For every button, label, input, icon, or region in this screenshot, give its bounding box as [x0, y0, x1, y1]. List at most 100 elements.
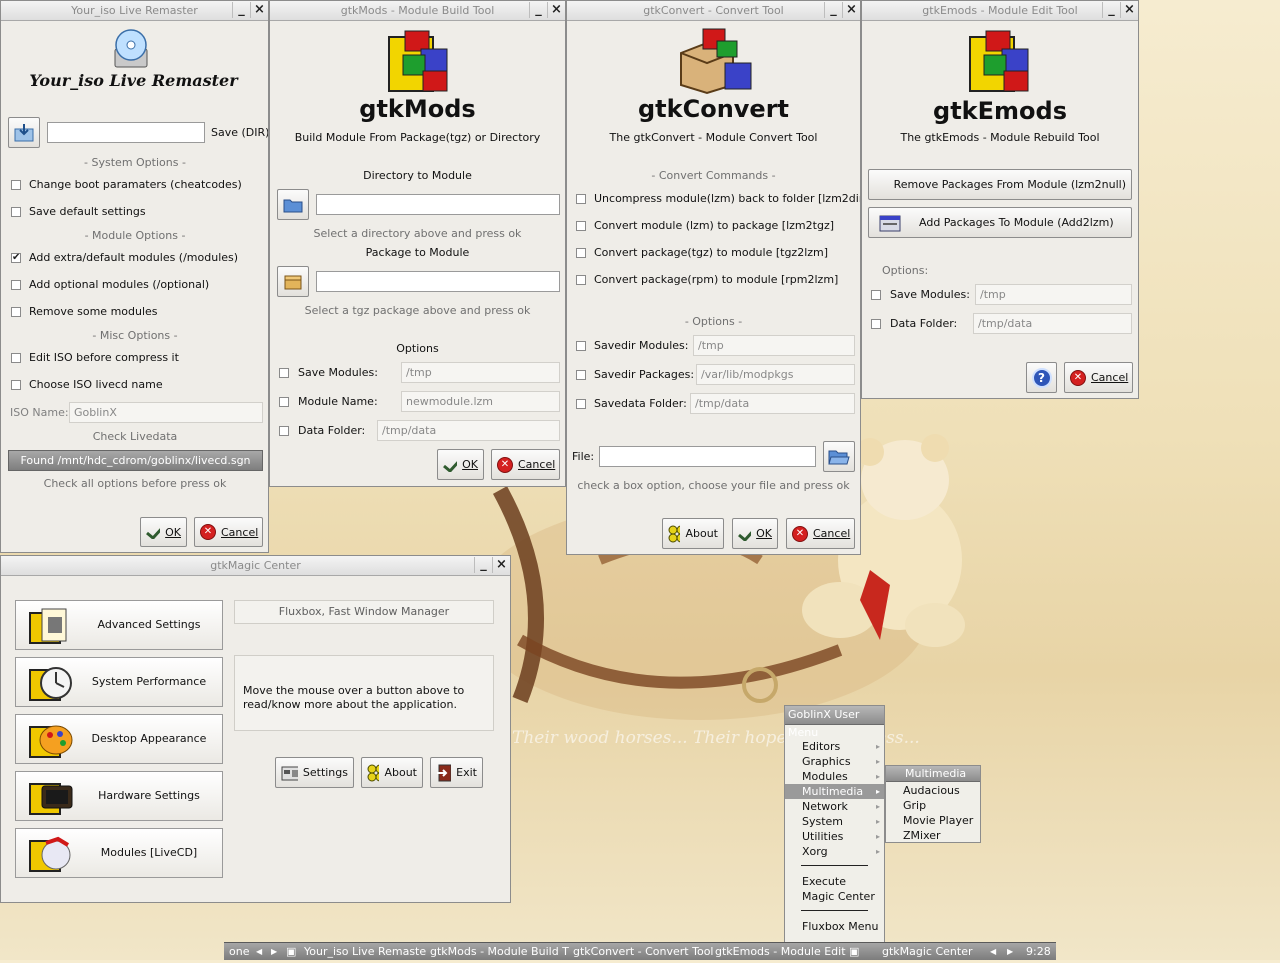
rpm2lzm-label[interactable]: Convert package(rpm) to module [rpm2lzm] [594, 273, 838, 286]
save-dir-input[interactable] [47, 122, 205, 143]
savedata-folder-label[interactable]: Savedata Folder: [594, 397, 687, 410]
tgz2lzm-checkbox[interactable] [576, 248, 586, 258]
gtkconvert-about-button[interactable]: About [662, 518, 724, 549]
task-next-icon[interactable]: ▶ [1007, 943, 1013, 960]
submenu-item-movie-player[interactable]: Movie Player [886, 813, 980, 828]
gtkmods-titlebar[interactable]: gtkMods - Module Build Tool _ × [270, 1, 565, 21]
data-folder-checkbox[interactable] [279, 426, 289, 436]
lzm2dir-checkbox[interactable] [576, 194, 586, 204]
savedir-packages-label[interactable]: Savedir Packages: [594, 368, 694, 381]
minimize-button[interactable]: _ [824, 2, 842, 18]
submenu-item-audacious[interactable]: Audacious [886, 783, 980, 798]
cheatcodes-checkbox[interactable] [11, 180, 21, 190]
emods-save-modules-input[interactable] [975, 284, 1132, 305]
menu-item-xorg[interactable]: Xorg ▸ [785, 844, 884, 859]
gtkconvert-ok-button[interactable]: OK [732, 518, 778, 549]
remove-modules-checkbox[interactable] [11, 307, 21, 317]
package-browse-button[interactable] [277, 266, 309, 297]
emods-save-modules-label[interactable]: Save Modules: [890, 288, 970, 301]
minimize-button[interactable]: _ [529, 2, 547, 18]
savedir-packages-input[interactable] [696, 364, 855, 385]
menu-item-magic-center[interactable]: Magic Center [785, 889, 884, 904]
workspace-prev-icon[interactable]: ◀ [256, 943, 262, 960]
workspace-name[interactable]: one [229, 943, 249, 960]
advanced-settings-button[interactable]: Advanced Settings [15, 600, 223, 650]
save-modules-label[interactable]: Save Modules: [298, 366, 378, 379]
task-gtkmods[interactable]: gtkMods - Module Build T [430, 943, 569, 960]
close-button[interactable]: × [250, 2, 268, 18]
menu-item-fluxbox-menu[interactable]: Fluxbox Menu [785, 919, 884, 934]
submenu-item-zmixer[interactable]: ZMixer [886, 828, 980, 843]
workspace-next-icon[interactable]: ▶ [271, 943, 277, 960]
task-gtkmagic[interactable]: gtkMagic Center [882, 943, 973, 960]
menu-item-utilities[interactable]: Utilities ▸ [785, 829, 884, 844]
save-modules-input[interactable] [401, 362, 560, 383]
help-button[interactable]: ? [1026, 362, 1057, 393]
file-input[interactable] [599, 446, 816, 467]
remaster-cancel-button[interactable]: ✕ Cancel [194, 517, 263, 547]
gtkemods-cancel-button[interactable]: ✕ Cancel [1064, 362, 1133, 393]
desktop-appearance-button[interactable]: Desktop Appearance [15, 714, 223, 764]
lzm2dir-label[interactable]: Uncompress module(lzm) back to folder [l… [594, 192, 860, 205]
gtkemods-titlebar[interactable]: gtkEmods - Module Edit Tool _ × [862, 1, 1138, 21]
file-browse-button[interactable] [823, 441, 855, 472]
module-name-label[interactable]: Module Name: [298, 395, 378, 408]
emods-save-modules-checkbox[interactable] [871, 290, 881, 300]
package-input[interactable] [316, 271, 560, 292]
menu-item-editors[interactable]: Editors ▸ [785, 739, 884, 754]
extra-modules-label[interactable]: Add extra/default modules (/modules) [29, 251, 238, 264]
minimize-button[interactable]: _ [474, 557, 492, 573]
close-button[interactable]: × [842, 2, 860, 18]
directory-browse-button[interactable] [277, 189, 309, 220]
menu-item-system[interactable]: System ▸ [785, 814, 884, 829]
savedir-modules-checkbox[interactable] [576, 341, 586, 351]
module-name-input[interactable] [401, 391, 560, 412]
edit-iso-checkbox[interactable] [11, 353, 21, 363]
edit-iso-label[interactable]: Edit ISO before compress it [29, 351, 179, 364]
menu-item-multimedia[interactable]: Multimedia ▸ [785, 784, 884, 799]
savedir-modules-label[interactable]: Savedir Modules: [594, 339, 689, 352]
gtkconvert-titlebar[interactable]: gtkConvert - Convert Tool _ × [567, 1, 860, 21]
emods-data-folder-label[interactable]: Data Folder: [890, 317, 957, 330]
optional-modules-checkbox[interactable] [11, 280, 21, 290]
menu-item-modules[interactable]: Modules ▸ [785, 769, 884, 784]
rpm2lzm-checkbox[interactable] [576, 275, 586, 285]
save-dir-browse-button[interactable] [8, 117, 40, 148]
add-packages-button[interactable]: Add Packages To Module (Add2lzm) [868, 207, 1132, 238]
save-default-label[interactable]: Save default settings [29, 205, 146, 218]
lzm2tgz-checkbox[interactable] [576, 221, 586, 231]
gtkmagic-titlebar[interactable]: gtkMagic Center _ × [1, 556, 510, 576]
lzm2tgz-label[interactable]: Convert module (lzm) to package [lzm2tgz… [594, 219, 834, 232]
hardware-settings-button[interactable]: Hardware Settings [15, 771, 223, 821]
choose-name-checkbox[interactable] [11, 380, 21, 390]
task-gtkconvert[interactable]: gtkConvert - Convert Tool [573, 943, 713, 960]
magic-settings-button[interactable]: Settings [275, 757, 354, 788]
menu-item-graphics[interactable]: Graphics ▸ [785, 754, 884, 769]
cheatcodes-label[interactable]: Change boot paramaters (cheatcodes) [29, 178, 242, 191]
close-button[interactable]: × [492, 557, 510, 573]
remaster-titlebar[interactable]: Your_iso Live Remaster _ × [1, 1, 268, 21]
save-modules-checkbox[interactable] [279, 368, 289, 378]
task-gtkemods[interactable]: gtkEmods - Module Edit [715, 943, 846, 960]
submenu-item-grip[interactable]: Grip [886, 798, 980, 813]
menu-item-network[interactable]: Network ▸ [785, 799, 884, 814]
gtkmods-ok-button[interactable]: OK [437, 449, 484, 480]
emods-data-folder-checkbox[interactable] [871, 319, 881, 329]
task-remaster[interactable]: Your_iso Live Remaste [304, 943, 426, 960]
remove-modules-label[interactable]: Remove some modules [29, 305, 158, 318]
close-button[interactable]: × [547, 2, 565, 18]
modules-livecd-button[interactable]: Modules [LiveCD] [15, 828, 223, 878]
emods-data-folder-input[interactable] [973, 313, 1132, 334]
gtkconvert-cancel-button[interactable]: ✕ Cancel [786, 518, 855, 549]
minimize-button[interactable]: _ [232, 2, 250, 18]
system-performance-button[interactable]: System Performance [15, 657, 223, 707]
iso-name-input[interactable] [69, 402, 263, 423]
optional-modules-label[interactable]: Add optional modules (/optional) [29, 278, 209, 291]
close-button[interactable]: × [1120, 2, 1138, 18]
savedir-packages-checkbox[interactable] [576, 370, 586, 380]
module-name-checkbox[interactable] [279, 397, 289, 407]
remove-packages-button[interactable]: Remove Packages From Module (lzm2null) [868, 169, 1132, 200]
minimize-button[interactable]: _ [1102, 2, 1120, 18]
savedir-modules-input[interactable] [693, 335, 855, 356]
gtkmods-cancel-button[interactable]: ✕ Cancel [491, 449, 560, 480]
